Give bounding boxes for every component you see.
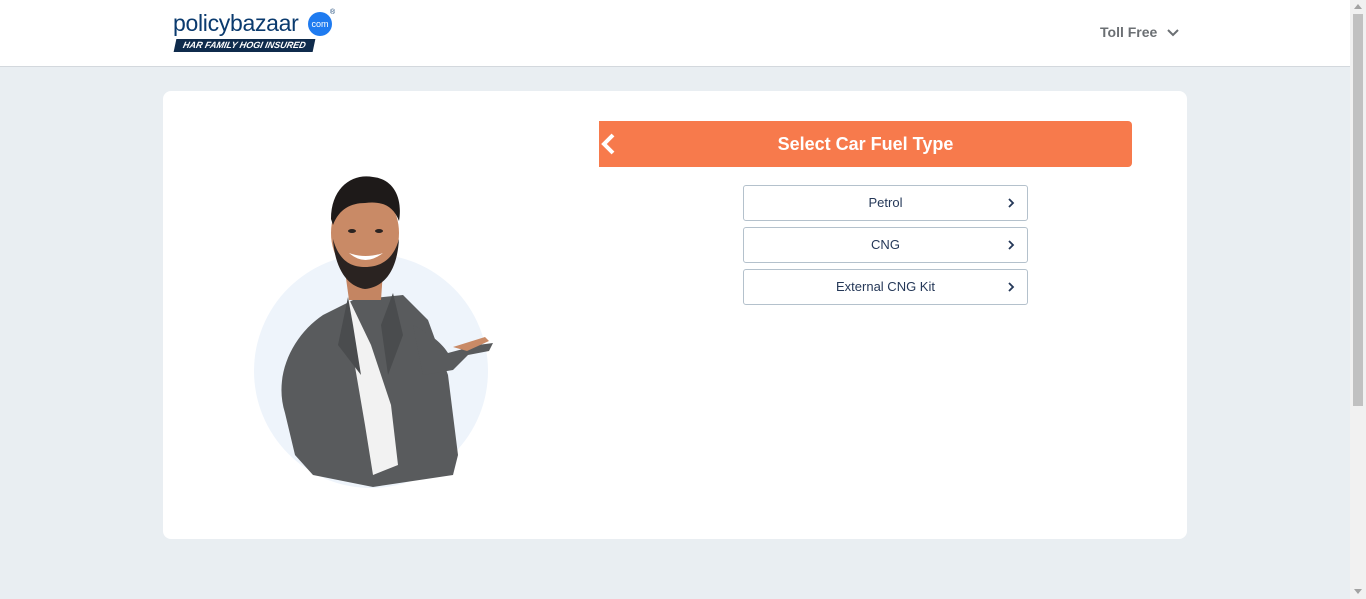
toll-free-dropdown[interactable]: Toll Free: [1100, 24, 1180, 40]
panel-title: Select Car Fuel Type: [777, 134, 954, 154]
fuel-option-petrol[interactable]: Petrol: [743, 185, 1028, 221]
brand-ambassador-image: [254, 176, 493, 488]
scrollbar-thumb[interactable]: [1353, 14, 1363, 406]
logo-registered-mark: ®: [330, 9, 336, 16]
chevron-right-icon: [1008, 198, 1015, 208]
option-label: Petrol: [868, 195, 903, 210]
panel-header: Select Car Fuel Type: [599, 121, 1132, 167]
chevron-left-icon[interactable]: [599, 132, 619, 156]
logo-dot-badge: com: [308, 12, 332, 36]
scroll-down-arrow-icon[interactable]: [1354, 589, 1362, 594]
scroll-up-arrow-icon[interactable]: [1354, 4, 1362, 9]
page-scrollbar[interactable]: [1350, 0, 1366, 599]
chevron-down-icon: [1167, 29, 1180, 37]
option-label: CNG: [871, 237, 900, 252]
policybazaar-logo[interactable]: policybazaar com ® HAR FAMILY HOGI INSUR…: [173, 9, 338, 55]
fuel-type-options: Petrol CNG External CNG Kit: [743, 185, 1028, 311]
logo-wordmark: policybazaar: [173, 10, 299, 36]
logo-tagline: HAR FAMILY HOGI INSURED: [173, 39, 316, 52]
toll-free-label: Toll Free: [1100, 24, 1158, 40]
fuel-option-external-cng-kit[interactable]: External CNG Kit: [743, 269, 1028, 305]
chevron-right-icon: [1008, 282, 1015, 292]
chevron-right-icon: [1008, 240, 1015, 250]
option-label: External CNG Kit: [836, 279, 935, 294]
site-header: policybazaar com ® HAR FAMILY HOGI INSUR…: [0, 0, 1350, 67]
fuel-option-cng[interactable]: CNG: [743, 227, 1028, 263]
fuel-type-card: Select Car Fuel Type Petrol CNG External…: [163, 91, 1187, 539]
